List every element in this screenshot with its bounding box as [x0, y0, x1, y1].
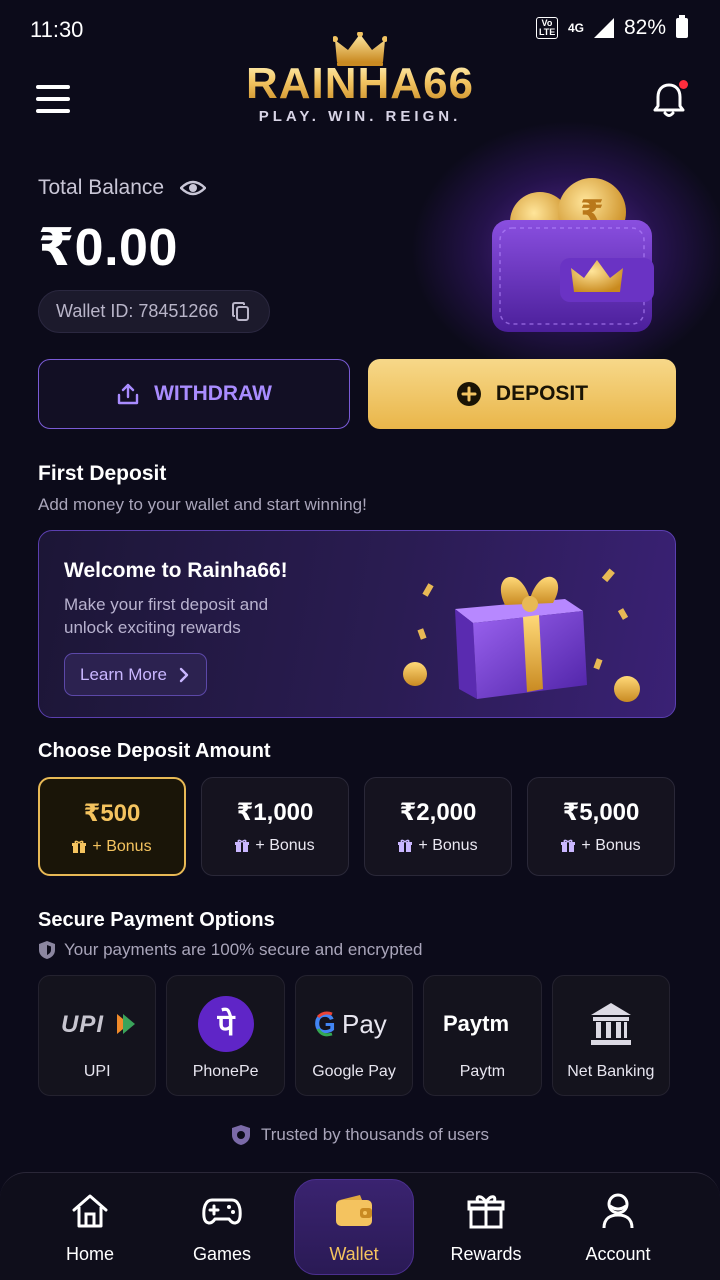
notification-dot: [679, 80, 688, 89]
app-header: RAINHA66 PLAY. WIN. REIGN.: [0, 30, 720, 130]
amount-option-5000[interactable]: ₹5,000 + Bonus: [527, 777, 675, 876]
payment-netbanking[interactable]: Net Banking: [551, 975, 671, 1096]
first-deposit-title: First Deposit: [38, 462, 167, 485]
nav-label: Home: [65, 1244, 114, 1264]
home-icon: [72, 1194, 108, 1228]
payment-label: Net Banking: [567, 1063, 655, 1080]
svg-text:UPI: UPI: [61, 1011, 104, 1038]
gift-icon: [467, 1195, 505, 1229]
withdraw-button[interactable]: WITHDRAW: [38, 359, 350, 429]
nav-label: Account: [585, 1244, 651, 1264]
learn-more-button[interactable]: Learn More: [64, 653, 207, 696]
payment-phonepe[interactable]: पे PhonePe: [166, 975, 285, 1096]
balance-label: Total Balance: [38, 176, 165, 199]
nav-wallet[interactable]: Wallet: [288, 1173, 420, 1280]
paytm-logo-icon: Paytm: [443, 1011, 509, 1036]
bottom-navigation: Home Games Wallet Rewards Account: [0, 1172, 720, 1280]
deposit-amount-title: Choose Deposit Amount: [38, 740, 271, 762]
nav-games[interactable]: Games: [156, 1173, 288, 1280]
payment-label: Google Pay: [312, 1063, 396, 1080]
svg-text:Paytm: Paytm: [443, 1011, 509, 1036]
wallet-id-chip[interactable]: Wallet ID: 78451266: [38, 290, 270, 333]
payment-paytm[interactable]: Paytm Paytm: [423, 975, 542, 1096]
nav-label: Rewards: [450, 1244, 522, 1264]
notification-button[interactable]: [652, 80, 688, 118]
nav-home[interactable]: Home: [24, 1173, 156, 1280]
amount-bonus: + Bonus: [255, 837, 315, 854]
promo-text: Make your first deposit and unlock excit…: [64, 595, 269, 637]
promo-title: Welcome to Rainha66!: [64, 559, 288, 582]
payment-secure-text: Your payments are 100% secure and encryp…: [64, 940, 423, 959]
nav-rewards[interactable]: Rewards: [420, 1173, 552, 1280]
balance-amount: ₹0.00: [38, 219, 178, 277]
payment-label: Paytm: [459, 1063, 506, 1080]
user-icon: [602, 1193, 634, 1229]
svg-text:Pay: Pay: [342, 1009, 387, 1039]
deposit-button[interactable]: DEPOSIT: [368, 359, 676, 429]
gift-icon: [561, 839, 576, 852]
brand-logo: RAINHA66 PLAY. WIN. REIGN.: [0, 30, 720, 125]
nav-label: Wallet: [329, 1244, 379, 1264]
amount-option-500[interactable]: ₹500 + Bonus: [38, 777, 186, 876]
amount-option-2000[interactable]: ₹2,000 + Bonus: [364, 777, 512, 876]
wallet-icon: [336, 1195, 372, 1226]
wallet-id-text: Wallet ID: 78451266: [56, 301, 219, 321]
wallet-illustration: ₹: [492, 178, 654, 332]
google-pay-logo-icon: G Pay: [314, 1008, 387, 1039]
trusted-text: Trusted by thousands of users: [260, 1125, 490, 1144]
amount-bonus: + Bonus: [581, 837, 641, 854]
gamepad-icon: [202, 1198, 242, 1225]
shield-icon: [39, 941, 55, 959]
nav-account[interactable]: Account: [552, 1173, 684, 1280]
gift-icon: [72, 840, 87, 853]
eye-icon[interactable]: [180, 179, 207, 197]
withdraw-label: WITHDRAW: [154, 382, 272, 405]
payment-label: PhonePe: [192, 1063, 259, 1080]
copy-icon[interactable]: [232, 301, 250, 322]
amount-value: ₹1,000: [236, 799, 314, 826]
payment-label: UPI: [83, 1063, 111, 1080]
amount-option-1000[interactable]: ₹1,000 + Bonus: [201, 777, 349, 876]
deposit-amount-options: ₹500 + Bonus ₹1,000 + Bonus ₹2,000 + Bon…: [38, 777, 676, 876]
chevron-right-icon: [179, 667, 189, 682]
brand-tagline: PLAY. WIN. REIGN.: [258, 108, 462, 125]
amount-bonus: + Bonus: [92, 838, 152, 855]
brand-name: RAINHA66: [0, 62, 720, 106]
gift-icon: [398, 839, 413, 852]
amount-value: ₹5,000: [562, 799, 640, 826]
welcome-promo-card[interactable]: Welcome to Rainha66! Make your first dep…: [38, 530, 676, 718]
amount-value: ₹2,000: [399, 799, 477, 826]
payment-methods: UPI UPI पे PhonePe G Pay Google Pay Payt…: [38, 975, 671, 1096]
phonepe-logo-icon: पे: [197, 996, 254, 1052]
deposit-label: DEPOSIT: [495, 382, 589, 405]
plus-circle-icon: [456, 382, 481, 406]
upload-icon: [117, 383, 139, 405]
shield-check-icon: [231, 1125, 250, 1145]
first-deposit-subtitle: Add money to your wallet and start winni…: [38, 495, 367, 514]
payment-googlepay[interactable]: G Pay Google Pay: [294, 975, 414, 1096]
svg-text:पे: पे: [216, 1007, 235, 1043]
upi-logo-icon: UPI: [61, 1011, 136, 1038]
nav-label: Games: [192, 1244, 252, 1264]
learn-more-label: Learn More: [80, 664, 167, 684]
gift-illustration: [403, 568, 640, 702]
payment-options-title: Secure Payment Options: [38, 909, 275, 931]
payment-upi[interactable]: UPI UPI: [38, 975, 157, 1096]
amount-value: ₹500: [83, 800, 141, 827]
gift-icon: [235, 839, 250, 852]
bank-icon: [590, 1003, 631, 1045]
amount-bonus: + Bonus: [418, 837, 478, 854]
